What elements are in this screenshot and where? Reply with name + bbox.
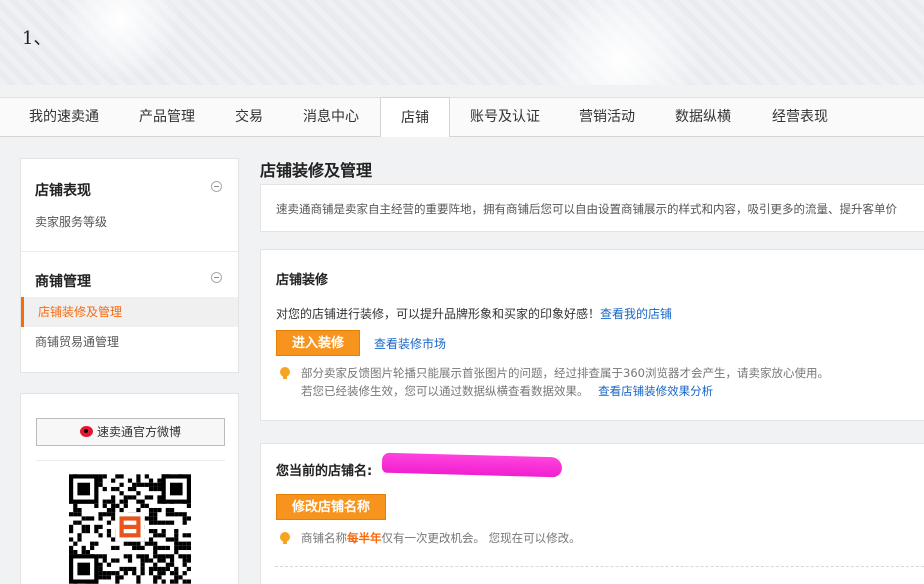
- modify-store-name-button[interactable]: 修改店铺名称: [276, 494, 387, 520]
- nav-tab-8[interactable]: 经营表现: [760, 98, 840, 137]
- decoration-note-line2: 若您已经装修生效，您可以通过数据纵横查看数据效果。 查看店铺装修效果分析: [301, 383, 713, 399]
- nav-tab-3[interactable]: 消息中心: [292, 98, 370, 137]
- sidebar-weibo-panel: 速卖通官方微博: [20, 393, 239, 584]
- decoration-analysis-link[interactable]: 查看店铺装修效果分析: [598, 384, 713, 398]
- nav-tab-4[interactable]: 店铺: [380, 97, 450, 138]
- nav-tab-0[interactable]: 我的速卖通: [18, 98, 110, 137]
- store-name-note-suffix: 仅有一次更改机会。 您现在可以修改。: [381, 531, 581, 545]
- nav-tab-6[interactable]: 营销活动: [568, 98, 646, 137]
- step-label: 1、: [22, 28, 52, 49]
- page-title: 店铺装修及管理: [260, 161, 373, 180]
- store-name-note-highlight: 每半年: [347, 531, 382, 545]
- collapse-circle-icon[interactable]: [211, 181, 222, 192]
- store-name-card: 您当前的店铺名: 修改店铺名称 商铺名称每半年仅有一次更改机会。 您现在可以修改…: [260, 443, 924, 584]
- decoration-note-line2-text: 若您已经装修生效，您可以通过数据纵横查看数据效果。: [301, 384, 589, 398]
- sidebar-menu: 店铺表现 卖家服务等级 商铺管理 店铺装修及管理 商铺贸易通管理: [20, 158, 239, 373]
- store-name-note: 商铺名称每半年仅有一次更改机会。 您现在可以修改。: [301, 530, 581, 546]
- sidebar-section-store-management[interactable]: 商铺管理: [35, 271, 91, 291]
- nav-tab-1[interactable]: 产品管理: [128, 98, 206, 137]
- lightbulb-icon: [280, 532, 290, 544]
- qr-code-icon: [69, 474, 191, 584]
- view-my-store-link[interactable]: 查看我的店铺: [600, 307, 672, 321]
- nav-tab-7[interactable]: 数据纵横: [664, 98, 742, 137]
- section-divider: [275, 566, 924, 567]
- collapse-circle-icon[interactable]: [211, 272, 222, 283]
- sidebar-item-seller-service-level[interactable]: 卖家服务等级: [21, 207, 238, 237]
- nav-tab-2[interactable]: 交易: [222, 98, 276, 137]
- nav-tab-5[interactable]: 账号及认证: [458, 98, 552, 137]
- store-name-note-prefix: 商铺名称: [301, 531, 347, 545]
- weibo-button[interactable]: 速卖通官方微博: [36, 418, 225, 446]
- decoration-note-line1: 部分卖家反馈图片轮播只能展示首张图片的问题，经过排查属于360浏览器才会产生，请…: [301, 366, 829, 380]
- top-nav: 我的速卖通 产品管理 交易 消息中心 店铺 账号及认证 营销活动 数据纵横 经营表现: [0, 97, 924, 138]
- sidebar-divider: [36, 460, 225, 461]
- step-banner: 1、: [0, 0, 924, 85]
- sidebar-item-store-decoration[interactable]: 店铺装修及管理: [21, 297, 238, 327]
- intro-text: 速卖通商铺是卖家自主经营的重要阵地，拥有商铺后您可以自由设置商铺展示的样式和内容…: [276, 202, 897, 216]
- decoration-desc-text: 对您的店铺进行装修，可以提升品牌形象和买家的印象好感！: [276, 307, 601, 321]
- sidebar-item-trade-manager[interactable]: 商铺贸易通管理: [21, 327, 238, 357]
- enter-decoration-button[interactable]: 进入装修: [276, 330, 361, 356]
- weibo-icon: [79, 426, 93, 437]
- decoration-heading: 店铺装修: [276, 273, 329, 288]
- decoration-market-link[interactable]: 查看装修市场: [374, 335, 446, 352]
- intro-card: 速卖通商铺是卖家自主经营的重要阵地，拥有商铺后您可以自由设置商铺展示的样式和内容…: [260, 184, 924, 232]
- decoration-description: 对您的店铺进行装修，可以提升品牌形象和买家的印象好感！查看我的店铺: [276, 305, 672, 322]
- sidebar-section-store-performance[interactable]: 店铺表现: [35, 180, 91, 200]
- store-name-label: 您当前的店铺名:: [276, 464, 373, 479]
- lightbulb-icon: [280, 367, 290, 379]
- decoration-card: 店铺装修 对您的店铺进行装修，可以提升品牌形象和买家的印象好感！查看我的店铺 进…: [260, 249, 924, 421]
- sidebar-divider: [21, 251, 238, 252]
- weibo-button-label: 速卖通官方微博: [96, 425, 181, 439]
